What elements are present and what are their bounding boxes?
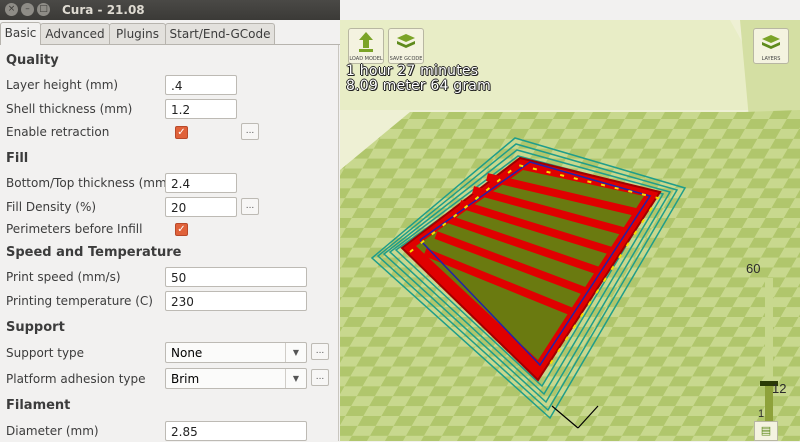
bottom-top-thickness-field[interactable]: 2.4: [165, 173, 237, 193]
support-type-label: Support type: [6, 346, 85, 360]
platform-adhesion-select[interactable]: Brim ▼: [165, 368, 307, 389]
filament-heading: Filament: [6, 398, 71, 413]
print-speed-label: Print speed (mm/s): [6, 270, 121, 284]
platform-adhesion-label: Platform adhesion type: [6, 372, 146, 386]
layers-icon: [762, 35, 780, 49]
tab-basic[interactable]: Basic: [0, 22, 41, 45]
perimeters-before-infill-checkbox[interactable]: ✓: [175, 223, 188, 236]
fill-density-field[interactable]: 20: [165, 197, 237, 217]
save-gcode-button[interactable]: SAVE GCODE: [388, 28, 424, 64]
layer-height-field[interactable]: .4: [165, 75, 237, 95]
fill-density-more-button[interactable]: ...: [241, 198, 259, 215]
platform-adhesion-value: Brim: [171, 372, 200, 386]
speed-temperature-heading: Speed and Temperature: [6, 245, 182, 260]
layer-height-label: Layer height (mm): [6, 78, 119, 92]
printing-temperature-label: Printing temperature (C): [6, 294, 153, 308]
basic-settings-panel: Quality Layer height (mm) .4 Shell thick…: [0, 45, 339, 441]
title-bar: × – □ Cura - 21.08: [0, 0, 340, 20]
window-title: Cura - 21.08: [62, 3, 145, 17]
chevron-down-icon: ▼: [285, 369, 306, 388]
enable-retraction-checkbox[interactable]: ✓: [175, 126, 188, 139]
minimize-icon[interactable]: –: [21, 3, 34, 16]
printing-temperature-field[interactable]: 230: [165, 291, 307, 311]
perimeters-before-infill-label: Perimeters before Infill: [6, 222, 143, 236]
tab-plugins[interactable]: Plugins: [109, 23, 166, 44]
platform-adhesion-more-button[interactable]: ...: [311, 369, 329, 386]
enable-retraction-label: Enable retraction: [6, 125, 110, 139]
layer-min-label: 1: [758, 408, 765, 420]
upload-icon: [359, 32, 373, 52]
support-type-value: None: [171, 346, 203, 360]
fill-heading: Fill: [6, 151, 29, 166]
fill-density-label: Fill Density (%): [6, 200, 97, 214]
retraction-more-button[interactable]: ...: [241, 123, 259, 140]
view-mode-label: LAYERS: [761, 56, 781, 62]
load-model-button[interactable]: LOAD MODEL: [348, 28, 384, 64]
layer-current-label: 12: [772, 381, 787, 396]
layers-stack-icon: [397, 34, 415, 48]
close-icon[interactable]: ×: [5, 3, 18, 16]
load-model-label: LOAD MODEL: [349, 56, 383, 62]
layer-max-label: 60: [746, 261, 761, 276]
bottom-top-thickness-label: Bottom/Top thickness (mm): [6, 176, 172, 190]
chevron-down-icon: ▼: [285, 343, 306, 362]
support-type-select[interactable]: None ▼: [165, 342, 307, 363]
view-mode-button[interactable]: LAYERS: [753, 28, 789, 64]
diameter-label: Diameter (mm): [6, 424, 99, 438]
maximize-icon[interactable]: □: [37, 3, 50, 16]
diameter-field[interactable]: 2.85: [165, 421, 307, 441]
settings-tabs: Basic Advanced Plugins Start/End-GCode: [0, 22, 340, 45]
shell-thickness-field[interactable]: 1.2: [165, 99, 237, 119]
support-type-more-button[interactable]: ...: [311, 343, 329, 360]
tab-advanced[interactable]: Advanced: [40, 23, 110, 44]
layer-slider-handle-icon[interactable]: ▤: [754, 421, 778, 441]
print-speed-field[interactable]: 50: [165, 267, 307, 287]
quality-heading: Quality: [6, 53, 59, 68]
support-heading: Support: [6, 320, 65, 335]
print-material-stats: 8.09 meter 64 gram: [346, 78, 491, 94]
save-gcode-label: SAVE GCODE: [389, 56, 423, 62]
print-time: 1 hour 27 minutes: [346, 63, 479, 79]
tab-start-end-gcode[interactable]: Start/End-GCode: [165, 23, 275, 44]
shell-thickness-label: Shell thickness (mm): [6, 102, 133, 116]
